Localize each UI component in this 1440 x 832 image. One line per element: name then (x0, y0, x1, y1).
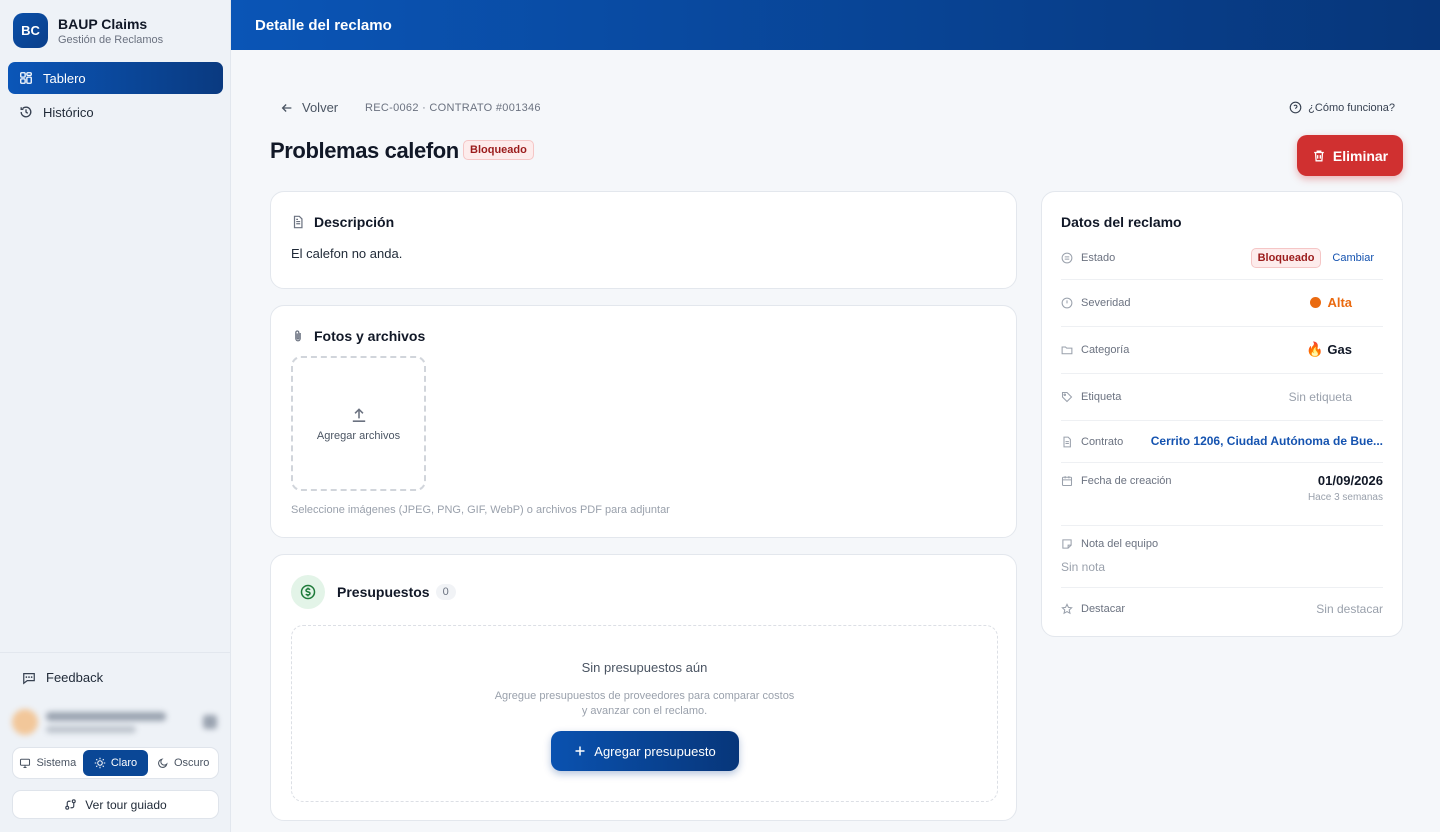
creation-date: 01/09/2026 (1317, 473, 1383, 488)
severity-value[interactable]: Alta (1310, 295, 1352, 310)
category-value[interactable]: 🔥 Gas (1306, 341, 1352, 358)
detail-row-severidad: Severidad Alta (1061, 280, 1383, 327)
brand-logo: BC (13, 13, 48, 48)
theme-light-button[interactable]: Claro (82, 750, 149, 776)
arrow-left-icon (280, 101, 294, 115)
help-link[interactable]: ¿Cómo funciona? (1289, 101, 1395, 114)
add-budget-button[interactable]: Agregar presupuesto (551, 731, 739, 771)
detail-row-categoria: Categoría 🔥 Gas (1061, 327, 1383, 374)
document-icon (1061, 436, 1073, 448)
empty-title: Sin presupuestos aún (581, 660, 708, 675)
add-files-dropzone[interactable]: Agregar archivos (291, 356, 426, 491)
message-icon (22, 671, 36, 685)
question-icon (1289, 101, 1302, 114)
monitor-icon (19, 757, 31, 769)
detail-row-nota: Nota del equipo Sin nota (1061, 526, 1383, 588)
files-header: Fotos y archivos (291, 328, 425, 344)
route-icon (64, 798, 77, 811)
folder-icon (1061, 344, 1073, 356)
status-badge: Bloqueado (463, 140, 534, 160)
plus-icon (574, 745, 586, 757)
files-title: Fotos y archivos (314, 328, 426, 344)
theme-system-label: Sistema (36, 757, 77, 769)
theme-dark-button[interactable]: Oscuro (150, 750, 216, 776)
sidebar: BC BAUP Claims Gestión de Reclamos Table… (0, 0, 231, 832)
files-help-text: Seleccione imágenes (JPEG, PNG, GIF, Web… (291, 504, 670, 516)
severity-dot-icon (1310, 297, 1322, 308)
empty-description: Agregue presupuestos de proveedores para… (494, 690, 795, 717)
claim-details-card: Datos del reclamo Estado Bloqueado Cambi… (1041, 191, 1403, 637)
user-profile[interactable] (12, 705, 217, 739)
claim-details-title: Datos del reclamo (1061, 214, 1182, 230)
files-card: Fotos y archivos Agregar archivos Selecc… (270, 305, 1017, 538)
budgets-header: Presupuestos 0 (291, 575, 456, 609)
detail-row-destacar: Destacar Sin destacar (1061, 588, 1383, 630)
star-icon (1061, 603, 1073, 615)
theme-light-label: Claro (110, 757, 138, 769)
budgets-count-badge: 0 (435, 584, 456, 600)
sidebar-item-label: Tablero (43, 70, 86, 86)
budgets-empty-state: Sin presupuestos aún Agregue presupuesto… (291, 625, 998, 802)
budgets-title: Presupuestos (337, 584, 430, 600)
detail-label: Estado (1061, 252, 1115, 264)
delete-label: Eliminar (1332, 147, 1389, 164)
feedback-button[interactable]: Feedback (22, 670, 103, 685)
document-icon (291, 215, 305, 229)
dashboard-icon (19, 71, 33, 85)
feedback-label: Feedback (46, 670, 104, 685)
description-card: Descripción El calefon no anda. (270, 191, 1017, 289)
creation-date-relative: Hace 3 semanas (1307, 492, 1383, 503)
sidebar-item-label: Histórico (43, 104, 94, 120)
brand-subtitle: Gestión de Reclamos (58, 33, 164, 46)
fire-icon: 🔥 (1305, 341, 1324, 357)
detail-row-contrato: Contrato Cerrito 1206, Ciudad Autónoma d… (1061, 421, 1383, 463)
note-icon (1061, 538, 1073, 550)
upload-icon (350, 406, 368, 424)
add-budget-label: Agregar presupuesto (594, 743, 716, 759)
tag-value[interactable]: Sin etiqueta (1289, 390, 1352, 404)
budgets-card: Presupuestos 0 Sin presupuestos aún Agre… (270, 554, 1017, 821)
contract-link[interactable]: Cerrito 1206, Ciudad Autónoma de Bue... (1151, 434, 1383, 448)
paperclip-icon (291, 329, 305, 343)
sidebar-item-tablero[interactable]: Tablero (8, 62, 223, 94)
help-label: ¿Cómo funciona? (1308, 101, 1395, 114)
detail-row-etiqueta: Etiqueta Sin etiqueta (1061, 374, 1383, 421)
change-status-link[interactable]: Cambiar (1332, 252, 1374, 264)
team-note-value[interactable]: Sin nota (1061, 560, 1105, 574)
theme-dark-label: Oscuro (173, 757, 210, 769)
sidebar-item-historico[interactable]: Histórico (8, 96, 223, 128)
sun-icon (94, 757, 106, 769)
tag-icon (1061, 391, 1073, 403)
dollar-icon (291, 575, 325, 609)
detail-row-estado: Estado Bloqueado Cambiar (1061, 242, 1383, 280)
page-title: Problemas calefon (270, 138, 459, 163)
description-header: Descripción (291, 214, 394, 230)
description-title: Descripción (314, 214, 395, 230)
brand-name: BAUP Claims (58, 15, 148, 32)
calendar-icon (1061, 475, 1073, 487)
highlight-value[interactable]: Sin destacar (1316, 602, 1383, 616)
add-files-label: Agregar archivos (316, 429, 401, 442)
delete-button[interactable]: Eliminar (1297, 135, 1403, 176)
status-icon (1061, 252, 1073, 264)
detail-row-fecha: Fecha de creación 01/09/2026 Hace 3 sema… (1061, 463, 1383, 526)
description-text: El calefon no anda. (291, 246, 403, 261)
theme-switch: Sistema Claro Oscuro (12, 747, 219, 779)
avatar (12, 709, 38, 735)
guided-tour-button[interactable]: Ver tour guiado (12, 790, 219, 819)
back-button[interactable]: Volver (280, 100, 338, 115)
moon-icon (157, 757, 169, 769)
breadcrumb: REC-0062 · CONTRATO #001346 (365, 102, 541, 114)
alert-circle-icon (1061, 297, 1073, 309)
theme-system-button[interactable]: Sistema (15, 750, 81, 776)
back-label: Volver (302, 100, 339, 115)
trash-icon (1312, 149, 1326, 163)
top-bar: Detalle del reclamo (231, 0, 1440, 50)
sidebar-divider (0, 652, 231, 653)
top-bar-title: Detalle del reclamo (255, 16, 392, 34)
guided-tour-label: Ver tour guiado (85, 797, 167, 812)
status-badge: Bloqueado (1250, 248, 1322, 268)
brand[interactable]: BC BAUP Claims Gestión de Reclamos (13, 13, 163, 48)
history-icon (19, 105, 33, 119)
